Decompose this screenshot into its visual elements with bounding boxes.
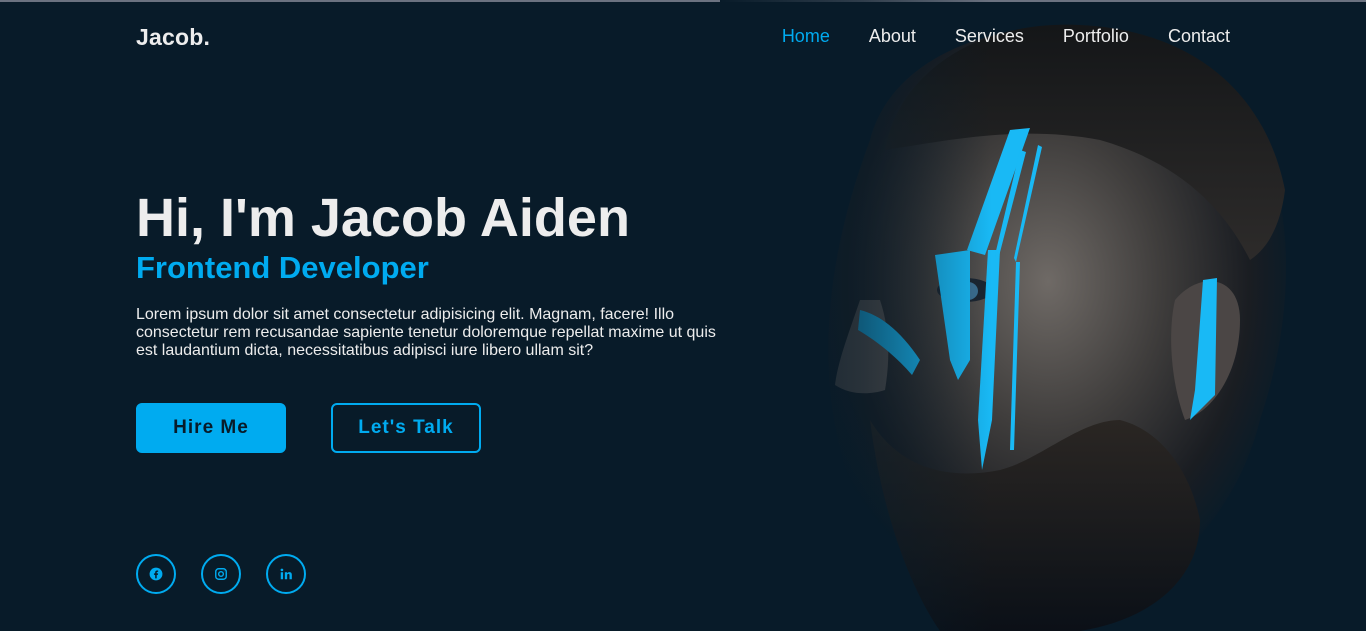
nav-contact[interactable]: Contact: [1168, 26, 1230, 47]
nav-home[interactable]: Home: [782, 26, 830, 47]
hero-portrait-image: [720, 0, 1366, 631]
facebook-link[interactable]: [136, 554, 176, 594]
hero-title: Hi, I'm Jacob Aiden: [136, 188, 630, 248]
site-header: Jacob. Home About Services Portfolio Con…: [0, 2, 1366, 68]
hire-me-button[interactable]: Hire Me: [136, 403, 286, 453]
logo[interactable]: Jacob.: [136, 24, 210, 51]
main-nav: Home About Services Portfolio Contact: [743, 26, 1230, 47]
lets-talk-button[interactable]: Let's Talk: [331, 403, 481, 453]
instagram-link[interactable]: [201, 554, 241, 594]
facebook-icon: [149, 567, 163, 581]
hero-subtitle: Frontend Developer: [136, 250, 429, 285]
hero-description: Lorem ipsum dolor sit amet consectetur a…: [136, 306, 716, 359]
page: Jacob. Home About Services Portfolio Con…: [0, 0, 1366, 631]
instagram-icon: [215, 568, 227, 580]
hero-section: Hi, I'm Jacob Aiden Frontend Developer L…: [136, 188, 736, 360]
nav-portfolio[interactable]: Portfolio: [1063, 26, 1129, 47]
linkedin-link[interactable]: [266, 554, 306, 594]
nav-about[interactable]: About: [869, 26, 916, 47]
hero-buttons: Hire Me Let's Talk: [136, 403, 481, 453]
linkedin-icon: [280, 568, 292, 580]
social-links: [136, 554, 331, 594]
nav-services[interactable]: Services: [955, 26, 1024, 47]
